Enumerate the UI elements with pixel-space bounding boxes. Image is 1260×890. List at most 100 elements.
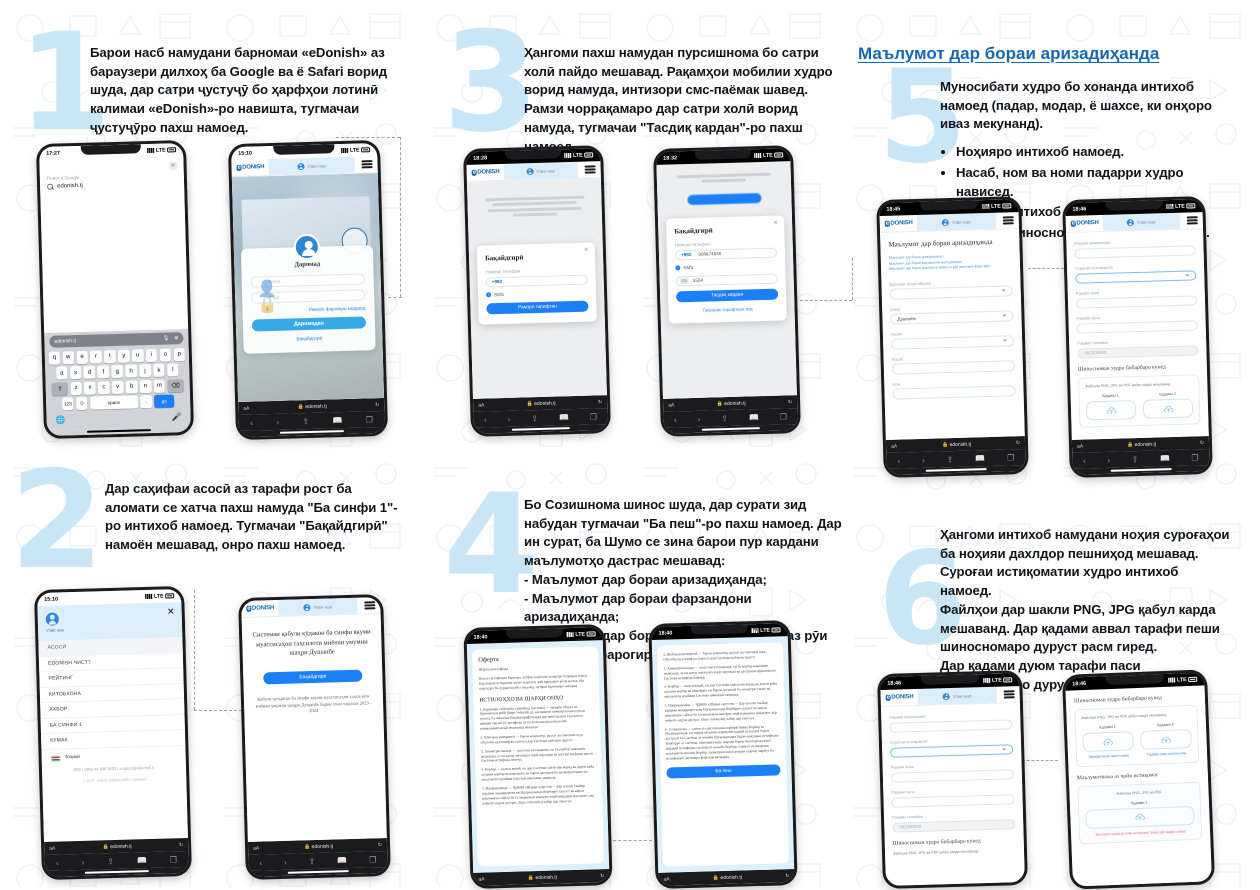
key[interactable]: c [97,381,110,395]
edonish-logo[interactable]: eDONISH [246,605,275,612]
key[interactable]: h [125,364,138,378]
menu-icon[interactable] [582,165,596,174]
forward-icon[interactable]: › [922,455,925,464]
phone-input[interactable]: 992000000 [1077,344,1199,359]
share-icon[interactable]: ⇪ [107,857,114,866]
name-input[interactable] [892,385,1016,400]
reload-icon[interactable]: ↻ [785,873,789,879]
text-size-button[interactable]: аА [253,845,259,851]
text-size-button[interactable]: аА [663,876,669,882]
back-icon[interactable]: ‹ [250,418,253,427]
breadcrumb[interactable]: Маълумот дар бораи аризадиҳанда / Маълум… [889,253,1012,273]
share-icon[interactable]: ⇪ [302,417,309,426]
edonish-logo[interactable]: eDONISH [884,220,913,227]
house-input[interactable] [1075,294,1198,309]
clear-icon[interactable]: ⊗ [174,335,178,341]
dictation-icon[interactable]: 🎤 [171,412,181,421]
space-key[interactable]: space [89,395,139,411]
residence-dropzone[interactable] [1085,805,1195,829]
reload-icon[interactable]: ↻ [1016,440,1020,446]
confirm-button[interactable]: Тасдиқ кардан [676,288,779,302]
tabs-icon[interactable]: ❐ [1191,453,1198,462]
user-pill[interactable]: Узви нав [277,597,358,616]
edonish-logo[interactable]: eDONISH [885,694,914,701]
upload-dropzone-2[interactable] [1140,728,1192,750]
period-key[interactable]: . [140,395,152,409]
key[interactable]: r [90,350,102,364]
key[interactable]: p [173,347,186,362]
bookmarks-icon[interactable]: 📖 [1160,454,1170,463]
back-icon[interactable]: ‹ [674,415,677,424]
sms-option-row[interactable]: SMS [486,289,588,297]
surname-input[interactable] [891,360,1015,375]
city-select[interactable]: Душанбе [890,310,1014,325]
upload-dropzone-2[interactable] [1142,398,1194,419]
address-select[interactable] [1075,269,1197,284]
key[interactable]: y [117,349,130,363]
back-icon[interactable]: ‹ [484,415,487,424]
key[interactable]: x [84,381,96,395]
text-size-button[interactable]: аА [891,443,897,449]
user-pill[interactable]: Узви нав [917,686,997,705]
key[interactable]: s [69,366,82,380]
reload-icon[interactable]: ↻ [179,842,183,848]
login-field[interactable]: 👤 Логин [250,273,365,298]
text-size-button[interactable]: аА [1077,443,1083,449]
share-icon[interactable]: ⇪ [531,414,538,423]
key[interactable]: u [131,348,144,363]
tabs-icon[interactable]: ❐ [369,855,376,864]
numeric-key[interactable]: 123 [61,397,74,411]
key[interactable]: o [159,348,172,362]
go-key[interactable]: go [154,394,175,409]
phone-input[interactable]: 992000000 [892,818,1016,833]
tabs-icon[interactable]: ❐ [366,415,373,424]
key[interactable]: k [153,363,165,378]
ios-keyboard[interactable]: edonish.tj 🎙 ⊗ q w e r t y u i o p a s d… [44,328,191,430]
bookmarks-icon[interactable]: 📖 [337,856,347,865]
radio-icon[interactable] [486,291,492,297]
reload-icon[interactable]: ↻ [598,399,602,405]
key[interactable]: n [139,379,152,394]
bookmarks-icon[interactable]: 📖 [332,416,342,425]
forward-icon[interactable]: › [1107,455,1110,464]
key[interactable]: l [166,363,179,377]
emoji-key[interactable]: ☺ [75,397,88,411]
key[interactable]: q [48,351,61,365]
forward-icon[interactable]: › [276,417,279,426]
forward-icon[interactable]: › [82,857,85,866]
shift-key[interactable]: ⇧ [51,382,69,396]
user-pill[interactable]: Узви нав [916,212,996,231]
reload-icon[interactable]: ↻ [378,842,382,848]
radio-icon[interactable] [675,264,681,270]
text-size-button[interactable]: аА [243,405,249,411]
register-link[interactable]: Бақайдгирӣ [253,335,367,343]
upload-step-1-link[interactable]: Тарафи пеши шиноснома [1083,753,1134,760]
close-icon[interactable]: ✕ [168,161,178,171]
menu-icon[interactable] [1184,216,1198,225]
house-input[interactable] [890,768,1015,783]
address-select[interactable] [890,743,1014,758]
tabs-icon[interactable]: ❐ [780,412,787,421]
key[interactable]: b [125,380,138,394]
key[interactable]: t [103,349,116,363]
resend-code-link[interactable]: Такроран гирифтани код [676,305,778,313]
forward-icon[interactable]: › [284,857,287,866]
share-icon[interactable]: ⇪ [1132,455,1139,464]
key[interactable]: m [153,379,166,393]
close-icon[interactable]: ✕ [584,247,589,254]
district-select[interactable] [891,335,1015,350]
menu-icon[interactable] [1001,690,1015,699]
edonish-logo[interactable]: eDONISH [1070,220,1099,227]
apartment-input[interactable] [891,793,1015,808]
back-icon[interactable]: ‹ [1083,456,1086,465]
key[interactable]: i [145,348,158,362]
upload-dropzone-1[interactable] [1085,400,1137,421]
reload-icon[interactable]: ↻ [788,399,792,405]
keyboard-row-3[interactable]: ⇧ z x c v b n m ⌫ [48,378,188,396]
close-icon[interactable]: ✕ [167,606,175,616]
key[interactable]: w [62,350,75,365]
reload-icon[interactable]: ↻ [375,402,379,408]
passport-input[interactable] [1074,244,1196,259]
phone-input[interactable]: +992 908874948 [674,247,778,260]
text-size-button[interactable]: аА [478,402,484,408]
